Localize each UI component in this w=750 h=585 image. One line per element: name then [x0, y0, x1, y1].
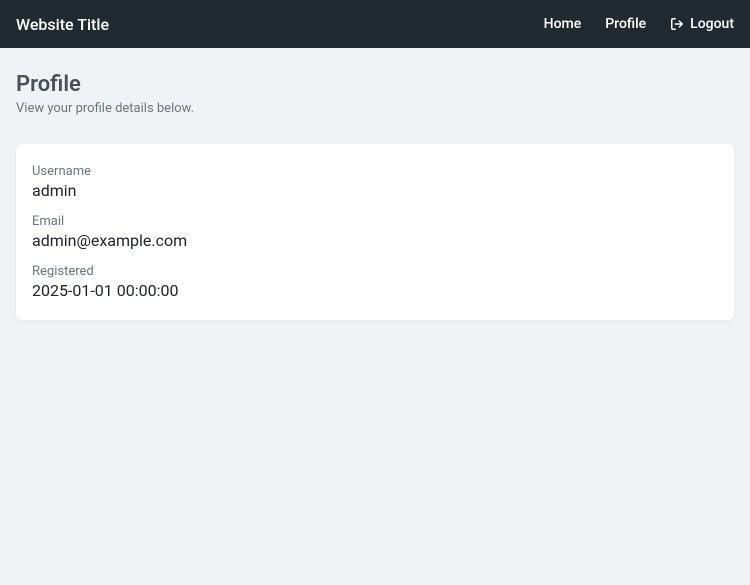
nav-link-logout[interactable]: Logout — [670, 16, 734, 32]
registered-value: 2025-01-01 00:00:00 — [32, 281, 718, 300]
nav-link-home[interactable]: Home — [544, 16, 582, 32]
registered-label: Registered — [32, 264, 718, 279]
main-content: Profile View your profile details below.… — [0, 48, 750, 344]
email-label: Email — [32, 214, 718, 229]
logout-label: Logout — [690, 16, 734, 32]
page-subtitle: View your profile details below. — [16, 101, 734, 116]
username-label: Username — [32, 164, 718, 179]
username-value: admin — [32, 181, 718, 200]
email-value: admin@example.com — [32, 231, 718, 250]
navbar: Website Title Home Profile Logout — [0, 0, 750, 48]
page-title: Profile — [16, 72, 734, 97]
navbar-brand[interactable]: Website Title — [16, 15, 109, 34]
nav-link-profile[interactable]: Profile — [605, 16, 646, 32]
profile-card: Username admin Email admin@example.com R… — [16, 144, 734, 320]
navbar-nav: Home Profile Logout — [544, 16, 734, 32]
logout-icon — [670, 17, 684, 31]
